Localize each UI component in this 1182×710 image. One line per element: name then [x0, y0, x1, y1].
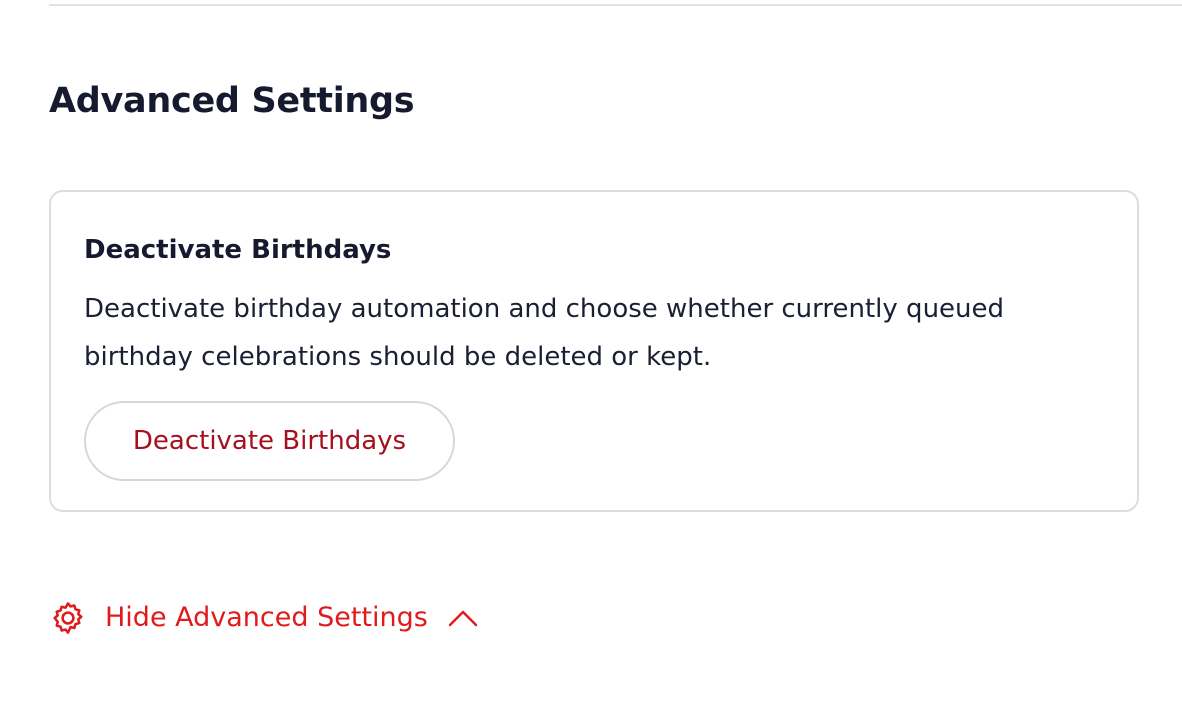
section-title: Advanced Settings [49, 81, 415, 121]
advanced-settings-page: Advanced Settings Deactivate Birthdays D… [0, 0, 1182, 710]
chevron-up-icon [446, 606, 480, 630]
card-title: Deactivate Birthdays [84, 235, 392, 265]
toggle-label: Hide Advanced Settings [105, 602, 428, 633]
card-description: Deactivate birthday automation and choos… [84, 294, 1005, 372]
hide-advanced-settings-toggle[interactable]: Hide Advanced Settings [49, 598, 480, 638]
gear-icon [49, 599, 87, 637]
deactivate-birthdays-card: Deactivate Birthdays Deactivate birthday… [49, 190, 1139, 512]
top-divider [49, 4, 1182, 6]
deactivate-birthdays-button[interactable]: Deactivate Birthdays [84, 401, 455, 481]
